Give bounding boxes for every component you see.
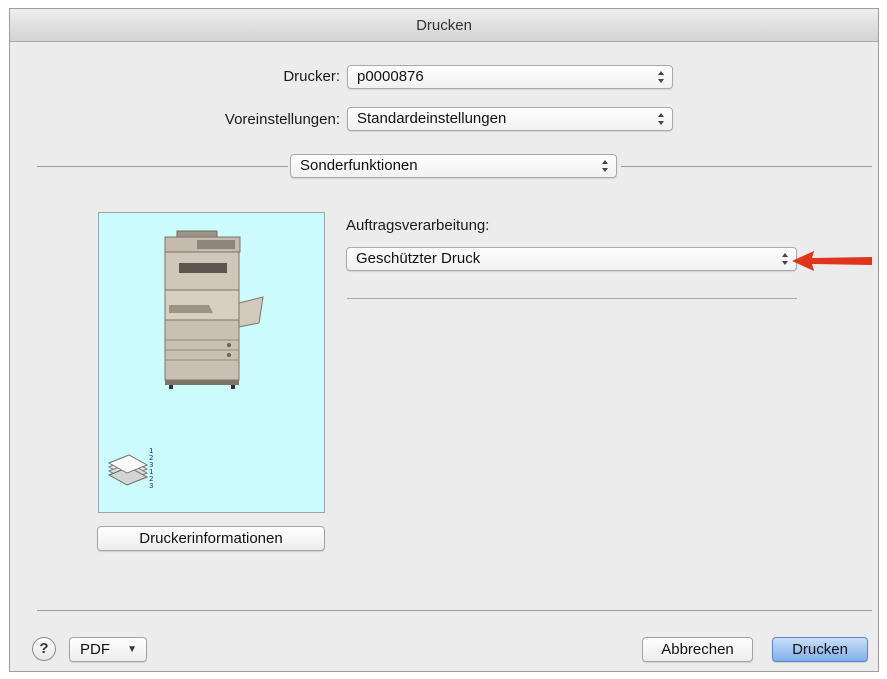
separator-left: [37, 166, 288, 167]
separator-right: [621, 166, 872, 167]
printer-preview: 1 2 3 1 2 3: [98, 212, 325, 513]
presets-popup-value: Standardeinstellungen: [357, 110, 507, 127]
print-button[interactable]: Drucken: [772, 637, 868, 662]
popup-arrows-icon: [602, 160, 608, 172]
job-processing-popup[interactable]: Geschützter Druck: [346, 247, 797, 271]
red-pointer-arrow-icon: [792, 251, 872, 271]
cancel-button[interactable]: Abbrechen: [642, 637, 753, 662]
footer-separator: [37, 610, 872, 611]
pdf-menu-button[interactable]: PDF ▼: [69, 637, 147, 662]
chevron-down-icon: ▼: [127, 644, 137, 655]
popup-arrows-icon: [658, 71, 664, 83]
printer-popup-value: p0000876: [357, 68, 424, 85]
panel-separator: [347, 298, 797, 299]
help-icon: ?: [39, 640, 49, 657]
printer-popup[interactable]: p0000876: [347, 65, 673, 89]
panel-selector-value: Sonderfunktionen: [300, 157, 418, 174]
popup-arrows-icon: [782, 253, 788, 265]
presets-popup[interactable]: Standardeinstellungen: [347, 107, 673, 131]
help-button[interactable]: ?: [32, 637, 56, 661]
popup-arrows-icon: [658, 113, 664, 125]
collation-numbers: 1 2 3 1 2 3: [149, 447, 154, 490]
job-processing-label: Auftragsverarbeitung:: [346, 217, 490, 234]
panel-selector-popup[interactable]: Sonderfunktionen: [290, 154, 617, 178]
printer-label: Drucker:: [283, 68, 340, 85]
window-title: Drucken: [10, 9, 878, 42]
printer-info-button[interactable]: Druckerinformationen: [97, 526, 325, 551]
pdf-label: PDF: [80, 641, 110, 658]
job-processing-value: Geschützter Druck: [356, 250, 481, 267]
print-dialog-window: Drucken Drucker: p0000876 Voreinstellung…: [9, 8, 879, 672]
presets-label: Voreinstellungen:: [224, 111, 340, 128]
